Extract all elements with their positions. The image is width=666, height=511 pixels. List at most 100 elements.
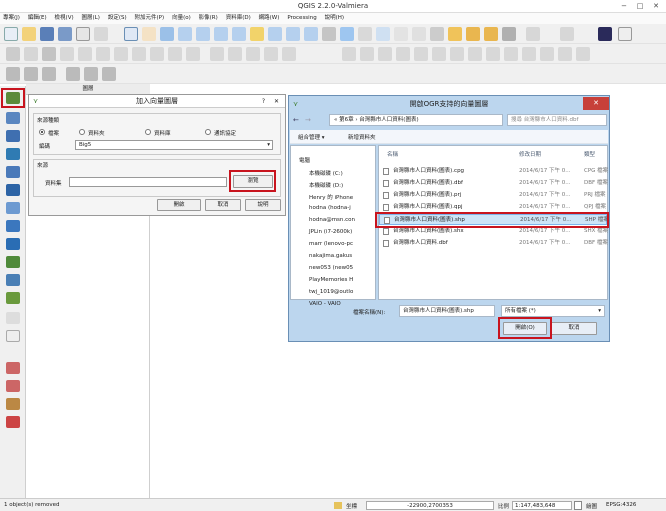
digitize-line-icon[interactable] (6, 398, 20, 410)
deselect-icon[interactable] (394, 27, 408, 41)
save-as-icon[interactable] (58, 27, 72, 41)
nav-item-network[interactable]: twj_1019@outlo (309, 289, 353, 295)
pan-map-icon[interactable] (124, 27, 138, 41)
dataset-input[interactable] (69, 177, 227, 187)
menu-vector[interactable]: 向量(o) (169, 13, 194, 24)
menu-view[interactable]: 檢視(V) (52, 13, 77, 24)
python-console-icon[interactable] (6, 67, 20, 81)
digitize-vertex-icon[interactable] (6, 380, 20, 392)
zoom-last-icon[interactable] (286, 27, 300, 41)
zoom-out-icon[interactable] (196, 27, 210, 41)
nav-item-network[interactable]: Henry 的 iPhone (309, 193, 353, 201)
new-shapefile-icon[interactable] (6, 292, 20, 304)
identify-icon[interactable] (358, 27, 372, 41)
label-tool-icon[interactable] (526, 27, 540, 41)
new-temp-layer-icon[interactable] (6, 330, 20, 342)
menu-edit[interactable]: 編輯(E) (25, 13, 50, 24)
menu-layer[interactable]: 圖層(L) (79, 13, 103, 24)
plugin-icon[interactable] (24, 67, 38, 81)
add-gpx-layer-icon[interactable] (6, 274, 20, 286)
new-spatialite-icon[interactable] (6, 312, 20, 324)
delete-part-icon[interactable] (450, 47, 464, 61)
cut-features-icon[interactable] (132, 47, 146, 61)
help-button[interactable]: ? (262, 95, 265, 108)
digitize-polygon-icon[interactable] (6, 416, 20, 428)
open-dialog-close-button[interactable]: ✕ (583, 97, 609, 110)
simplify-icon[interactable] (378, 47, 392, 61)
encoding-select[interactable]: Big5 ▾ (75, 140, 273, 150)
address-bar[interactable]: « 第6章 › 台灣縣市人口資料(圖表) (329, 114, 503, 126)
help-contents-icon[interactable] (618, 27, 632, 41)
crs-status[interactable]: EPSG:4326 (606, 502, 636, 508)
menu-plugins[interactable]: 附加元件(P) (132, 13, 168, 24)
undo-icon[interactable] (342, 47, 356, 61)
label-rotate-icon[interactable] (264, 47, 278, 61)
nav-item-c-drive[interactable]: 本機磁碟 (C:) (309, 169, 343, 177)
add-feature-icon[interactable] (60, 47, 74, 61)
back-arrow-icon[interactable]: ← (293, 115, 303, 125)
new-project-icon[interactable] (4, 27, 18, 41)
add-raster-layer-icon[interactable] (6, 112, 20, 124)
merge-features-icon[interactable] (540, 47, 554, 61)
column-date[interactable]: 修改日期 (519, 150, 541, 161)
menu-project[interactable]: 專案(J) (0, 13, 23, 24)
nav-item-computer[interactable]: 電腦 (299, 156, 310, 164)
zoom-actual-size-icon[interactable] (214, 27, 228, 41)
zoom-full-icon[interactable] (232, 27, 246, 41)
zoom-next-icon[interactable] (304, 27, 318, 41)
add-part-icon[interactable] (414, 47, 428, 61)
nav-item-d-drive[interactable]: 本機磁碟 (D:) (309, 181, 343, 189)
add-mssql-layer-icon[interactable] (6, 166, 20, 178)
delete-selected-icon[interactable] (114, 47, 128, 61)
nav-item-network[interactable]: new053 (new05 (309, 265, 353, 271)
save-project-icon[interactable] (40, 27, 54, 41)
column-type[interactable]: 類型 (584, 150, 595, 161)
digitize-point-icon[interactable] (6, 362, 20, 374)
menu-database[interactable]: 資料庫(D) (223, 13, 254, 24)
zoom-in-icon[interactable] (178, 27, 192, 41)
label-settings-icon[interactable] (210, 47, 224, 61)
rotate-point-icon[interactable] (576, 47, 590, 61)
radio-database[interactable] (145, 129, 151, 135)
show-bookmarks-icon[interactable] (484, 27, 498, 41)
add-wcs-layer-icon[interactable] (6, 220, 20, 232)
nav-item-network[interactable]: hodna (hodna-j (309, 205, 351, 211)
radio-protocol[interactable] (205, 129, 211, 135)
split-features-icon[interactable] (504, 47, 518, 61)
scale-field[interactable]: 1:147,483,648 (512, 501, 572, 510)
reshape-icon[interactable] (468, 47, 482, 61)
new-folder-button[interactable]: 新增資料夾 (348, 133, 376, 141)
move-feature-icon[interactable] (78, 47, 92, 61)
save-edits-icon[interactable] (42, 47, 56, 61)
add-spatialite-layer-icon[interactable] (6, 148, 20, 160)
georeferencer-icon[interactable] (66, 67, 80, 81)
label-icon[interactable] (186, 47, 200, 61)
close-button[interactable]: ✕ (650, 1, 662, 11)
file-type-select[interactable]: 所有檔案 (*) ▾ (501, 305, 605, 317)
edit-pencil-icon[interactable] (6, 47, 20, 61)
organize-button[interactable]: 組合管理 ▾ (298, 133, 325, 141)
file-row[interactable]: 台灣縣市人口資料(圖表).dbf 2014/6/17 下午 0... DBF 檔案 (379, 178, 608, 189)
file-row[interactable]: 台灣縣市人口資料(圖表).prj 2014/6/17 下午 0... PRJ 檔案 (379, 190, 607, 201)
raster-tool-icon[interactable] (42, 67, 56, 81)
pan-hand-icon[interactable] (142, 27, 156, 41)
paste-features-icon[interactable] (168, 47, 182, 61)
menu-raster[interactable]: 影像(R) (196, 13, 221, 24)
open-project-icon[interactable] (22, 27, 36, 41)
select-features-icon[interactable] (376, 27, 390, 41)
nav-item-network[interactable]: PlayMemories H (309, 277, 353, 283)
nav-item-network[interactable]: hodna@msn.con (309, 217, 355, 223)
column-name[interactable]: 名稱 (387, 150, 398, 161)
menu-settings[interactable]: 設定(S) (105, 13, 130, 24)
label-highlight-icon[interactable] (228, 47, 242, 61)
node-tool-icon[interactable] (96, 47, 110, 61)
minimize-button[interactable]: − (618, 1, 630, 11)
new-map-view-icon[interactable] (322, 27, 336, 41)
file-row[interactable]: 台灣縣市人口資料.dbf 2014/6/17 下午 0... DBF 檔案 (379, 238, 608, 249)
file-row[interactable]: 台灣縣市人口資料(圖表).cpg 2014/6/17 下午 0... CPG 檔案 (379, 166, 608, 177)
text-annotation-icon[interactable] (502, 27, 516, 41)
split-parts-icon[interactable] (522, 47, 536, 61)
cancel-button[interactable]: 取消 (205, 199, 241, 211)
label-move-icon[interactable] (246, 47, 260, 61)
menu-processing[interactable]: Processing (284, 13, 319, 24)
